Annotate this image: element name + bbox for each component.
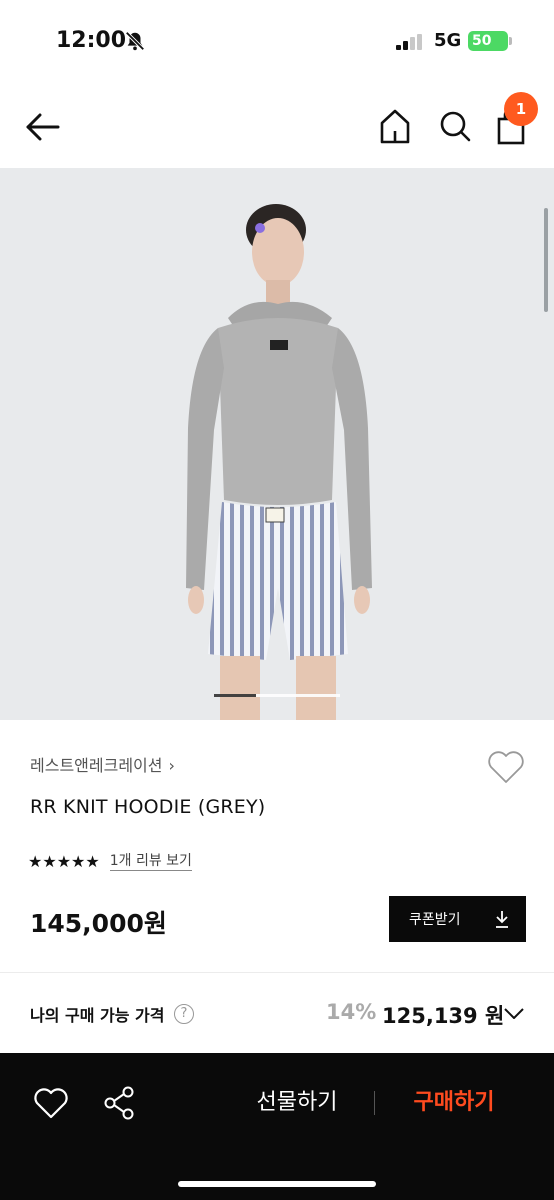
bell-off-icon	[125, 31, 145, 51]
heart-icon[interactable]	[486, 748, 526, 786]
carousel-pager	[214, 694, 340, 697]
carousel-pager-active	[214, 694, 256, 697]
download-icon	[496, 911, 508, 928]
search-icon[interactable]	[436, 106, 474, 146]
buy-button[interactable]: 구매하기	[384, 1085, 524, 1121]
gift-button[interactable]: 선물하기	[226, 1085, 368, 1121]
signal-icon	[396, 34, 422, 50]
bottom-bar-divider	[374, 1091, 375, 1115]
share-icon[interactable]	[102, 1085, 136, 1121]
chevron-right-icon: ›	[168, 756, 175, 775]
status-bar: 12:00 5G 50	[0, 0, 554, 84]
battery-indicator: 50	[468, 31, 512, 51]
heart-icon[interactable]	[32, 1085, 70, 1121]
bottom-action-bar: 선물하기 구매하기	[0, 1053, 554, 1200]
home-icon[interactable]	[376, 106, 414, 146]
product-photo	[186, 204, 372, 720]
back-arrow-icon[interactable]	[22, 106, 64, 148]
brand-name: 레스트앤레크레이션	[30, 756, 163, 775]
rating-row: ★★★★★ 1개 리뷰 보기	[28, 850, 192, 872]
product-image-carousel[interactable]	[0, 168, 554, 720]
status-time: 12:00	[56, 28, 127, 53]
final-price: 125,139 원	[382, 1004, 505, 1028]
my-price-label: 나의 구매 가능 가격	[30, 1006, 165, 1025]
review-link[interactable]: 1개 리뷰 보기	[109, 852, 192, 871]
discount-rate: 14%	[326, 1000, 377, 1024]
brand-link[interactable]: 레스트앤레크레이션 ›	[30, 752, 175, 780]
home-indicator	[178, 1181, 376, 1187]
help-icon[interactable]: ?	[174, 1004, 194, 1024]
product-price: 145,000원	[30, 909, 167, 938]
network-type: 5G	[434, 30, 462, 51]
product-title: RR KNIT HOODIE (GREY)	[30, 796, 266, 818]
my-price-row[interactable]: 나의 구매 가능 가격 ? 14% 125,139 원	[0, 990, 554, 1040]
coupon-button-label: 쿠폰받기	[409, 912, 461, 928]
chevron-down-icon[interactable]	[502, 1004, 526, 1022]
cart-count-badge: 1	[504, 92, 538, 126]
scroll-indicator[interactable]	[544, 208, 548, 312]
star-rating: ★★★★★	[28, 851, 100, 871]
top-nav: 1	[0, 84, 554, 168]
section-divider	[0, 972, 554, 973]
coupon-button[interactable]: 쿠폰받기	[389, 896, 526, 942]
